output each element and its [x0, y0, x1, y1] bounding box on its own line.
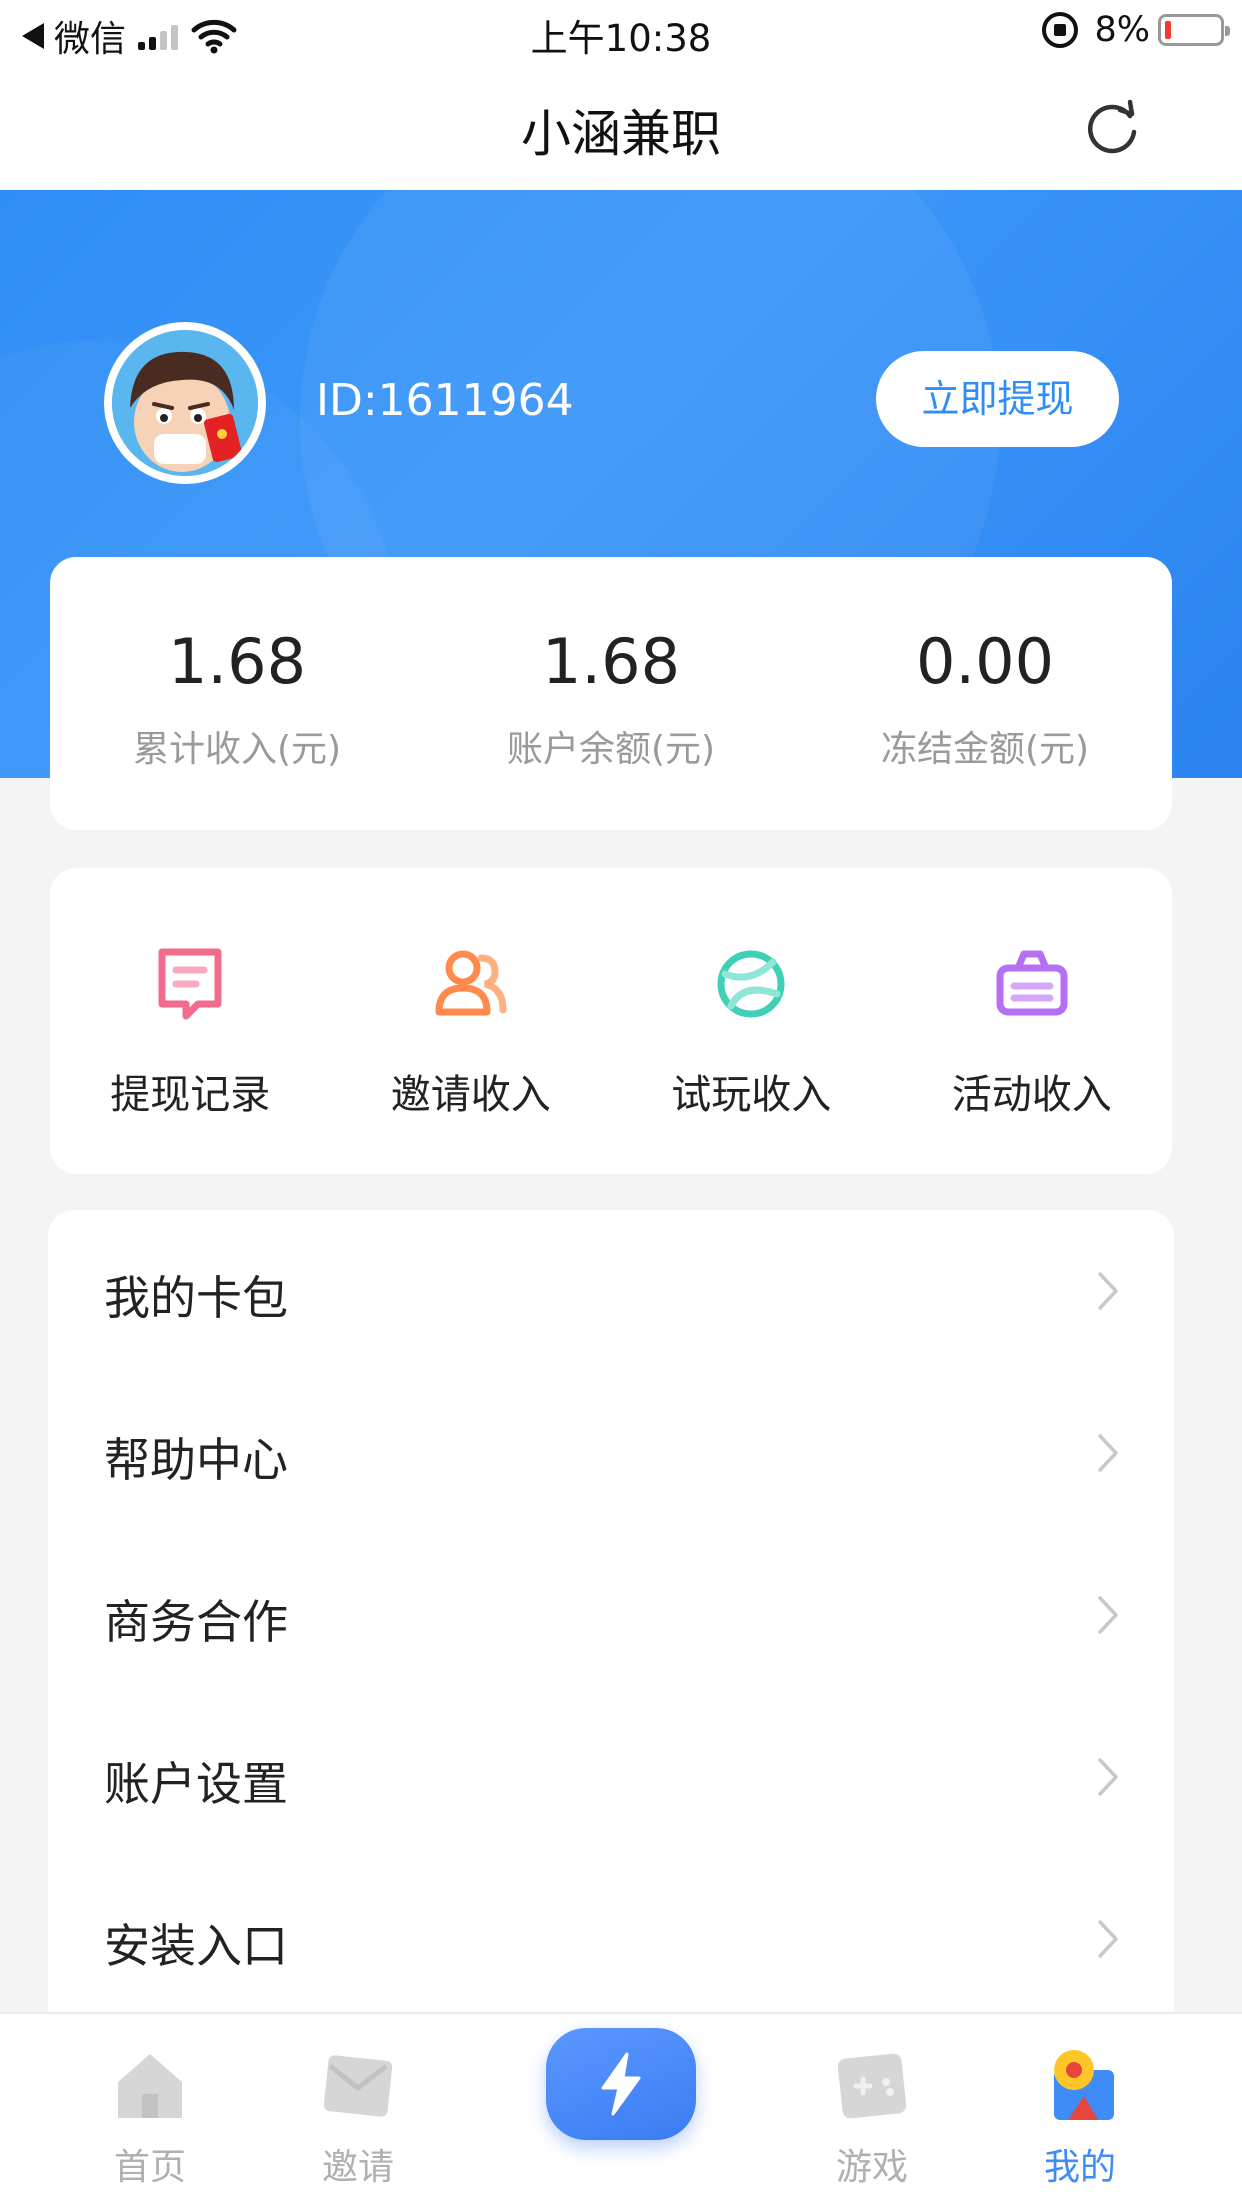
quick-trial-income[interactable]: 试玩收入 [611, 868, 892, 1174]
withdraw-button[interactable]: 立即提现 [876, 351, 1119, 447]
battery-percent: 8% [1094, 10, 1150, 50]
chevron-right-icon [1098, 1920, 1118, 1958]
quick-actions: 提现记录 邀请收入 试玩收入 活动收入 [50, 868, 1172, 1174]
center-action-button[interactable] [546, 2028, 696, 2140]
stat-frozen: 0.00 冻结金额(元) [798, 557, 1172, 830]
stat-value: 1.68 [167, 625, 307, 698]
home-icon [118, 2054, 182, 2118]
stat-label: 账户余额(元) [506, 729, 716, 770]
tab-label: 我的 [1043, 2147, 1116, 2188]
lightning-icon [601, 2052, 641, 2116]
avatar-image [112, 330, 258, 476]
page: 微信 上午10:38 8% 小涵兼职 ID:1611964 立即提现 1.68 … [0, 0, 1242, 2208]
menu-label: 商务合作 [104, 1595, 288, 1649]
stat-total-income: 1.68 累计收入(元) [50, 557, 424, 830]
envelope-icon [323, 2055, 393, 2117]
gamepad-icon [837, 2053, 907, 2119]
menu-item-card-wallet[interactable]: 我的卡包 [48, 1210, 1174, 1372]
people-icon [435, 950, 507, 1016]
menu-label: 帮助中心 [104, 1433, 288, 1487]
tab-invite[interactable]: 邀请 [278, 2014, 438, 2190]
chevron-right-icon [1098, 1758, 1118, 1796]
user-id: ID:1611964 [316, 375, 574, 426]
quick-label: 提现记录 [110, 1072, 271, 1118]
menu-item-help-center[interactable]: 帮助中心 [48, 1372, 1174, 1534]
quick-label: 试玩收入 [671, 1072, 832, 1118]
avatar[interactable] [104, 322, 266, 484]
stat-balance: 1.68 账户余额(元) [424, 557, 798, 830]
menu-label: 安装入口 [104, 1919, 288, 1973]
chevron-right-icon [1098, 1272, 1118, 1310]
menu-label: 我的卡包 [104, 1271, 288, 1325]
menu-item-account-settings[interactable]: 账户设置 [48, 1696, 1174, 1858]
tab-games[interactable]: 游戏 [792, 2014, 952, 2190]
tab-home[interactable]: 首页 [70, 2014, 230, 2190]
quick-withdraw-records[interactable]: 提现记录 [50, 868, 331, 1174]
profile-icon [1054, 2050, 1114, 2120]
menu-label: 账户设置 [104, 1757, 288, 1811]
chevron-right-icon [1098, 1434, 1118, 1472]
stats-card: 1.68 累计收入(元) 1.68 账户余额(元) 0.00 冻结金额(元) [50, 557, 1172, 830]
rotation-lock-icon [1042, 12, 1079, 48]
tab-label: 首页 [113, 2147, 186, 2188]
stat-value: 0.00 [915, 625, 1055, 698]
menu-item-install-entry[interactable]: 安装入口 [48, 1858, 1174, 2020]
stat-label: 冻结金额(元) [880, 729, 1090, 770]
tab-label: 邀请 [321, 2147, 394, 2188]
chevron-right-icon [1098, 1596, 1118, 1634]
tab-mine[interactable]: 我的 [1000, 2014, 1160, 2190]
ball-icon [717, 950, 785, 1018]
status-right: 8% [1042, 10, 1230, 50]
menu-item-business[interactable]: 商务合作 [48, 1534, 1174, 1696]
quick-activity-income[interactable]: 活动收入 [892, 868, 1173, 1174]
refresh-icon[interactable] [1080, 96, 1144, 160]
page-title: 小涵兼职 [521, 105, 721, 163]
quick-label: 活动收入 [951, 1072, 1112, 1118]
status-bar: 微信 上午10:38 8% [0, 0, 1242, 66]
quick-label: 邀请收入 [390, 1072, 551, 1118]
nav-bar: 小涵兼职 [0, 66, 1242, 190]
basket-icon [996, 950, 1068, 1016]
battery-icon [1158, 14, 1230, 46]
stat-label: 累计收入(元) [132, 729, 342, 770]
quick-invite-income[interactable]: 邀请收入 [331, 868, 612, 1174]
receipt-icon [158, 948, 222, 1020]
tab-label: 游戏 [835, 2147, 908, 2188]
stat-value: 1.68 [541, 625, 681, 698]
